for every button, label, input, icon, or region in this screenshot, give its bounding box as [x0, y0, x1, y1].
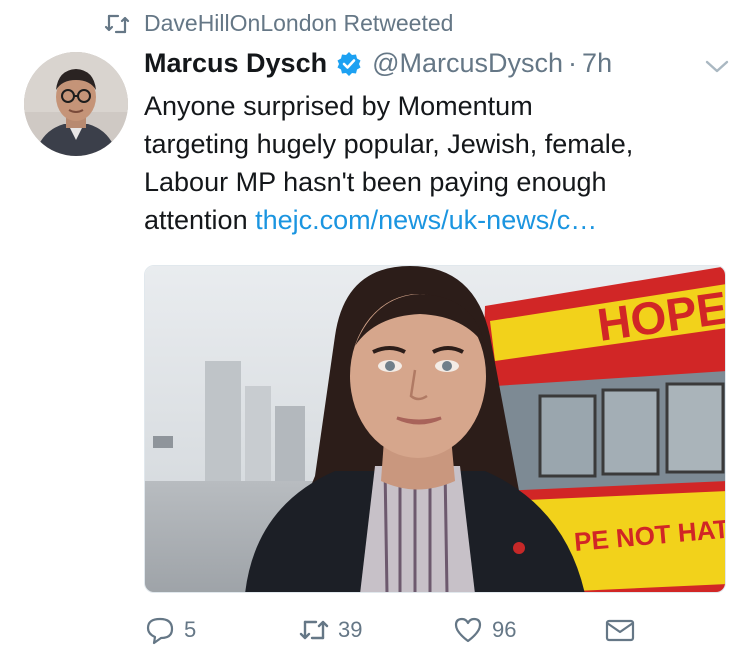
- direct-message-button[interactable]: [604, 614, 636, 646]
- reply-count: 5: [184, 617, 197, 642]
- retweet-button[interactable]: 39: [298, 614, 362, 646]
- separator-dot: ·: [568, 48, 578, 78]
- like-button[interactable]: 96: [452, 614, 516, 646]
- heart-icon: [454, 617, 482, 643]
- tweet-text-line: Anyone surprised by Momentum: [144, 91, 533, 121]
- like-count: 96: [492, 617, 517, 642]
- retweet-icon: [104, 14, 130, 33]
- retweet-count: 39: [338, 617, 363, 642]
- avatar[interactable]: [24, 52, 128, 156]
- chevron-down-icon[interactable]: [704, 58, 730, 76]
- tweet-text: Anyone surprised by Momentum targeting h…: [144, 87, 734, 239]
- tweet-text-last: attention: [144, 205, 256, 235]
- retweet-icon: [299, 620, 329, 640]
- avatar-photo: [24, 52, 128, 156]
- media-photo: HOPE PE NOT HATE: [145, 266, 725, 592]
- envelope-icon: [605, 619, 635, 642]
- tweet-media[interactable]: HOPE PE NOT HATE: [144, 265, 726, 593]
- retweeted-by[interactable]: DaveHillOnLondon Retweeted: [104, 10, 453, 37]
- tweet-actions: 5 39 96: [144, 614, 664, 650]
- tweet-text-line: attention thejc.com/news/uk-news/c…: [144, 201, 734, 239]
- retweeted-label: DaveHillOnLondon Retweeted: [144, 10, 454, 36]
- author-handle[interactable]: @MarcusDysch: [372, 48, 563, 79]
- article-link[interactable]: thejc.com/news/uk-news/c…: [255, 205, 597, 235]
- reply-icon: [146, 617, 174, 645]
- author-name[interactable]: Marcus Dysch: [144, 48, 327, 79]
- tweet-text-line: targeting hugely popular, Jewish, female…: [144, 129, 634, 159]
- tweet-text-line: Labour MP hasn't been paying enough: [144, 167, 607, 197]
- tweet-timestamp[interactable]: 7h: [582, 48, 612, 79]
- reply-button[interactable]: 5: [144, 614, 196, 646]
- tweet-header: Marcus Dysch @MarcusDysch · 7h: [144, 48, 612, 79]
- verified-badge-icon: [337, 51, 361, 76]
